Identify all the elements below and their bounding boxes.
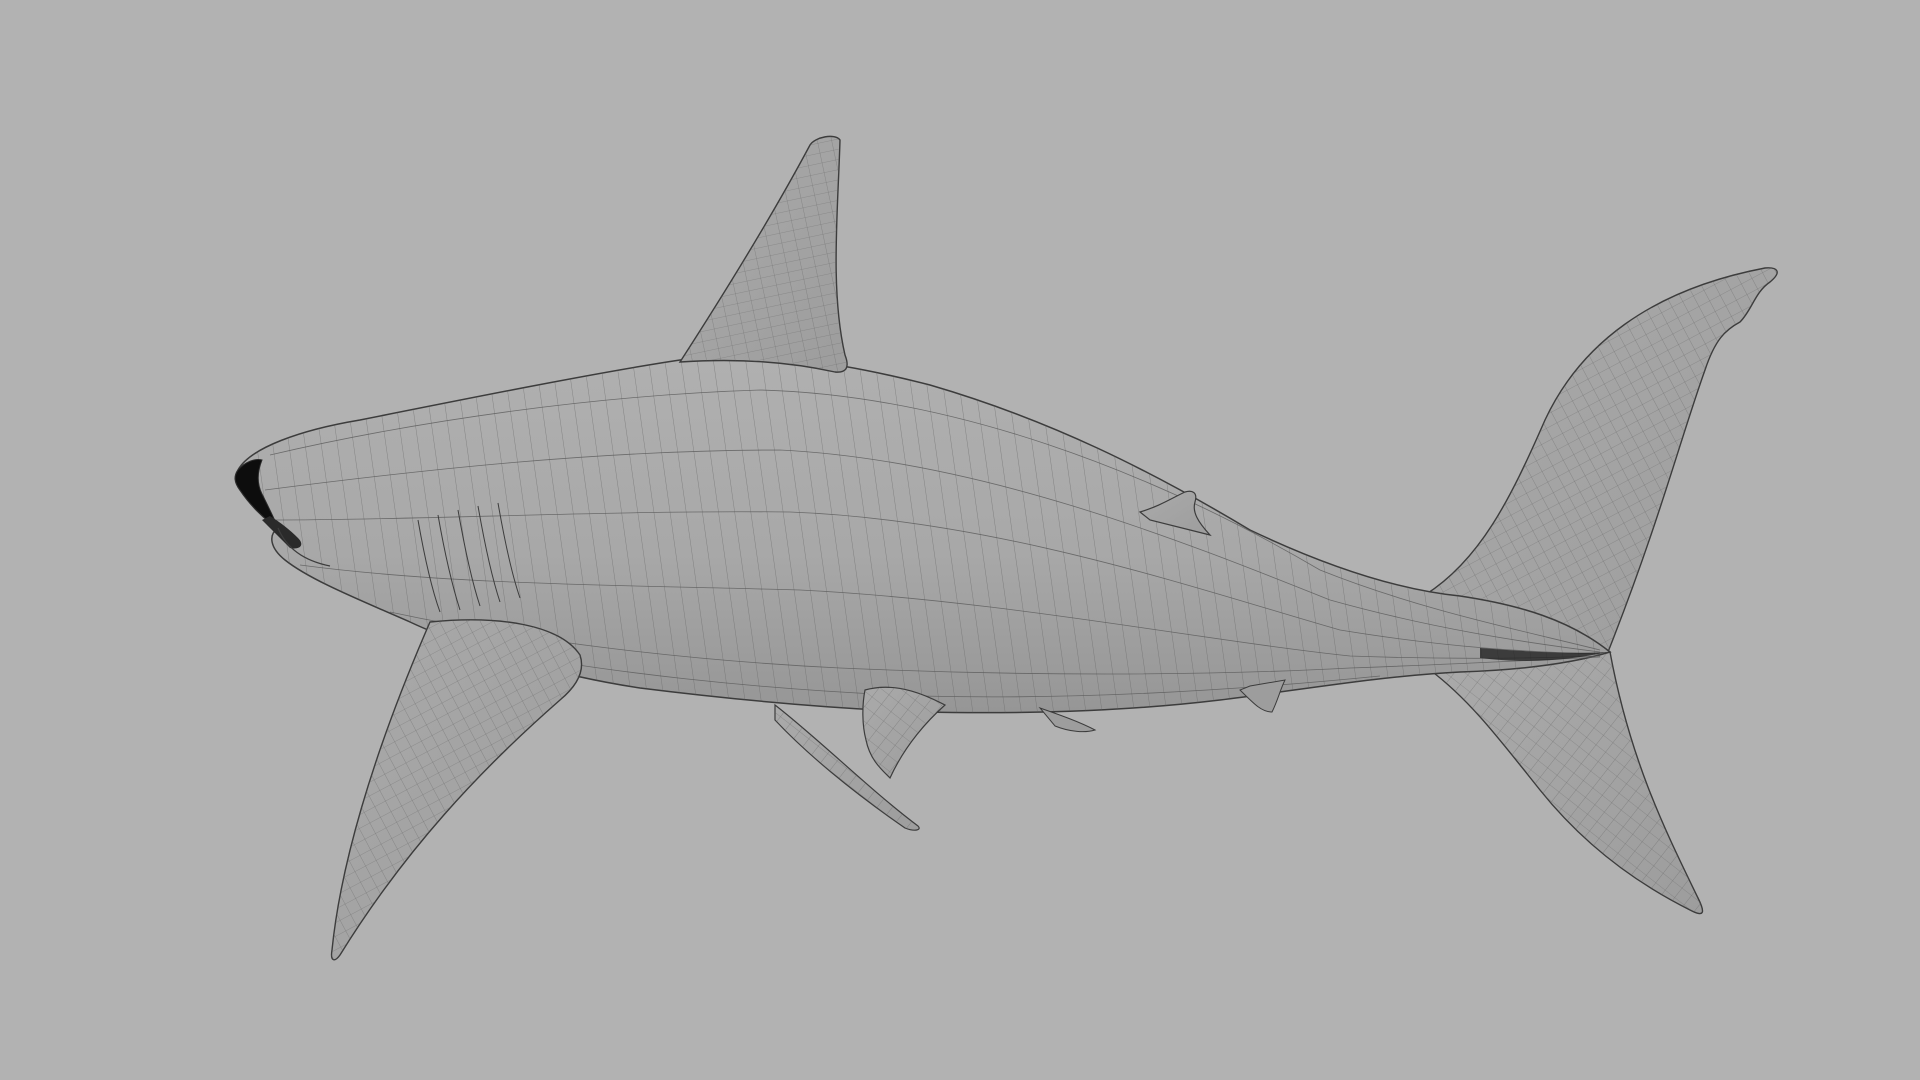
- viewport-canvas[interactable]: [0, 0, 1920, 1080]
- 3d-viewport[interactable]: [0, 0, 1920, 1080]
